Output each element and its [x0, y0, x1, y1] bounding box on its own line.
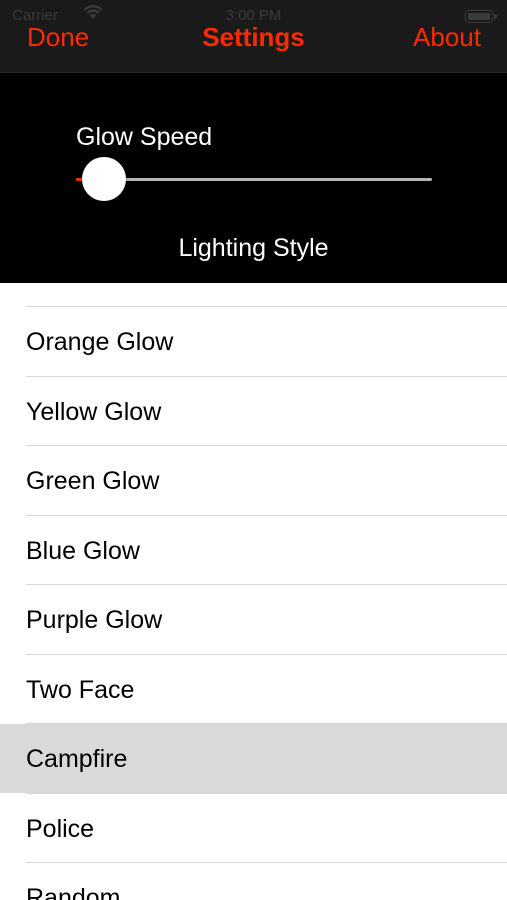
lighting-style-label: Green Glow [26, 467, 160, 495]
lighting-style-item[interactable]: Police [0, 793, 507, 863]
status-time: 3:00 PM [225, 7, 282, 24]
lighting-style-label: Random [26, 884, 121, 900]
settings-panel: Glow Speed Lighting Style [0, 73, 507, 283]
status-bar: Carrier 3:00 PM [0, 0, 507, 24]
lighting-style-label: Campfire [26, 745, 128, 773]
glow-speed-label: Glow Speed [76, 123, 213, 151]
lighting-style-item[interactable]: Blue Glow [0, 515, 507, 585]
lighting-style-label: Two Face [26, 675, 135, 704]
lighting-style-item[interactable]: Purple Glow [0, 585, 507, 654]
lighting-style-item[interactable]: Yellow Glow [0, 376, 507, 446]
lighting-style-label: Orange Glow [26, 328, 174, 356]
lighting-style-item[interactable]: Orange Glow [0, 307, 507, 376]
lighting-style-label: Police [26, 814, 95, 843]
lighting-style-list: Orange Glow Yellow Glow Green Glow Blue Glo… [0, 284, 507, 900]
lighting-style-item[interactable]: Green Glow [0, 446, 507, 515]
lighting-style-item[interactable]: Two Face [0, 654, 507, 724]
about-button[interactable]: About [413, 22, 481, 53]
lighting-style-item[interactable]: Random [0, 863, 507, 900]
lighting-style-label: Purple Glow [26, 606, 163, 634]
lighting-style-label: Yellow Glow [26, 397, 162, 426]
slider-track [76, 178, 432, 181]
slider-thumb[interactable] [82, 157, 126, 201]
battery-icon [465, 10, 497, 23]
lighting-style-header: Lighting Style [178, 234, 329, 262]
lighting-style-label: Blue Glow [26, 536, 140, 565]
glow-speed-slider[interactable] [76, 157, 432, 201]
lighting-style-item[interactable]: Campfire [0, 724, 507, 793]
